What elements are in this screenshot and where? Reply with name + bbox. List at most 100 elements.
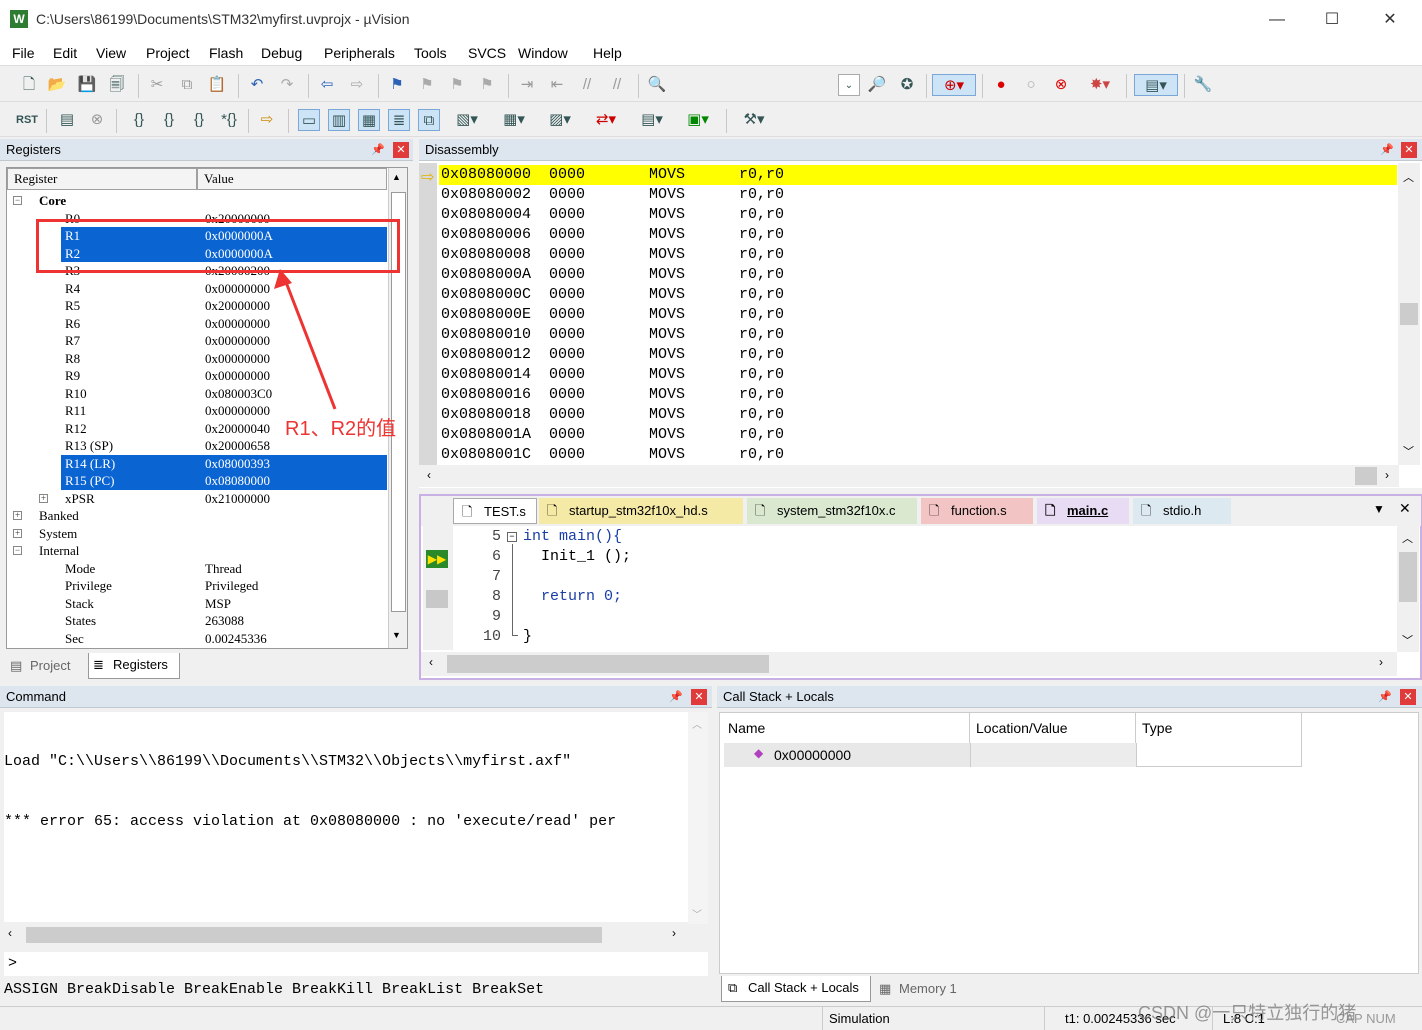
- register-group[interactable]: − Internal: [7, 542, 387, 560]
- register-value[interactable]: 0x00000000: [205, 402, 270, 420]
- code-view[interactable]: 5 int main(){6 Init_1 (); 7 8 return 0; 9 10}…: [421, 528, 1391, 652]
- scroll-up-icon[interactable]: ︿: [692, 716, 702, 731]
- register-value[interactable]: 0x00000000: [205, 350, 270, 368]
- disassembly-row[interactable]: 0x0808001A 0000 MOVS r0,r0: [439, 425, 1397, 445]
- menu-peripherals[interactable]: Peripherals: [324, 45, 395, 61]
- disassembly-row[interactable]: 0x08080000 0000 MOVS r0,r0: [439, 165, 1397, 185]
- breakpoint-icon[interactable]: ●: [990, 74, 1012, 96]
- menu-svcs[interactable]: SVCS: [468, 45, 506, 61]
- code-line[interactable]: }: [523, 628, 532, 645]
- scroll-down-icon[interactable]: ﹀: [692, 906, 702, 921]
- tab-main-c[interactable]: 🗋 main.c: [1037, 498, 1129, 524]
- col-location-value[interactable]: Location/Value: [970, 713, 1136, 743]
- register-value[interactable]: 0x20000000: [205, 297, 270, 315]
- nav-back-icon[interactable]: ⇦: [316, 74, 338, 96]
- tab-system[interactable]: 🗋 system_stm32f10x.c: [747, 498, 917, 524]
- collapse-icon[interactable]: −: [13, 196, 22, 205]
- scroll-down-icon[interactable]: ﹀: [1403, 443, 1414, 459]
- reset-icon[interactable]: RST: [16, 109, 38, 131]
- save-all-icon[interactable]: 🗐: [106, 74, 128, 96]
- scroll-down-icon[interactable]: ▼: [392, 630, 401, 640]
- maximize-button[interactable]: ☐: [1309, 8, 1355, 32]
- window-layout-icon[interactable]: ▤▾: [1134, 74, 1178, 96]
- memory-window-icon[interactable]: ▦▾: [494, 109, 534, 131]
- scroll-thumb[interactable]: [1400, 303, 1418, 325]
- registers-window-icon[interactable]: ≣: [388, 109, 410, 131]
- editor-vscroll[interactable]: ︿ ﹀: [1397, 526, 1419, 652]
- command-hscroll[interactable]: ‹ ›: [4, 924, 708, 946]
- copy-icon[interactable]: ⧉: [176, 74, 198, 96]
- watch-window-icon[interactable]: ▧▾: [448, 109, 486, 131]
- scroll-right-icon[interactable]: ›: [1385, 468, 1389, 482]
- step-out-icon[interactable]: {}: [188, 109, 210, 131]
- close-button[interactable]: ✕: [1367, 8, 1413, 32]
- disassembly-row[interactable]: 0x08080018 0000 MOVS r0,r0: [439, 405, 1397, 425]
- bookmark-prev-icon[interactable]: ⚑: [416, 74, 438, 96]
- internal-row[interactable]: States 263088: [7, 612, 387, 630]
- disassembly-row[interactable]: 0x0808000E 0000 MOVS r0,r0: [439, 305, 1397, 325]
- tab-stdio-h[interactable]: 🗋 stdio.h: [1133, 498, 1231, 524]
- scroll-thumb[interactable]: [447, 655, 769, 673]
- register-value[interactable]: 0x00000000: [205, 315, 270, 333]
- system-viewer-icon[interactable]: ▣▾: [678, 109, 718, 131]
- menu-file[interactable]: File: [12, 45, 35, 61]
- col-name[interactable]: Name: [724, 713, 970, 743]
- disassembly-row[interactable]: 0x08080016 0000 MOVS r0,r0: [439, 385, 1397, 405]
- register-row[interactable]: R15 (PC) 0x08080000: [61, 472, 387, 490]
- expand-icon[interactable]: +: [39, 493, 48, 503]
- menu-debug[interactable]: Debug: [261, 45, 302, 61]
- collapse-icon[interactable]: −: [13, 546, 22, 555]
- scroll-left-icon[interactable]: ‹: [429, 655, 433, 669]
- undo-icon[interactable]: ↶: [246, 74, 268, 96]
- menu-help[interactable]: Help: [593, 45, 622, 61]
- disassembly-listing[interactable]: 0x08080000 0000 MOVS r0,r0 0x08080002 0000 MOV…: [419, 165, 1397, 465]
- serial-window-icon[interactable]: ▨▾: [540, 109, 580, 131]
- scroll-thumb[interactable]: [1355, 467, 1377, 485]
- internal-row[interactable]: Privilege Privileged: [7, 577, 387, 595]
- disassembly-row[interactable]: 0x0808001C 0000 MOVS r0,r0: [439, 445, 1397, 465]
- breakpoint-disable-icon[interactable]: ○: [1020, 74, 1042, 96]
- scroll-left-icon[interactable]: ‹: [427, 468, 431, 482]
- pin-icon[interactable]: 📌: [1377, 689, 1393, 705]
- run-to-cursor-icon[interactable]: *{}: [218, 109, 240, 131]
- core-group[interactable]: − Core: [7, 192, 387, 210]
- internal-row[interactable]: Stack MSP: [7, 595, 387, 613]
- disassembly-row[interactable]: 0x08080012 0000 MOVS r0,r0: [439, 345, 1397, 365]
- scroll-thumb[interactable]: [1399, 552, 1417, 602]
- analysis-window-icon[interactable]: ⇄▾: [586, 109, 626, 131]
- command-vscroll[interactable]: ︿ ﹀: [688, 712, 708, 924]
- bookmark-next-icon[interactable]: ⚑: [446, 74, 468, 96]
- minimize-button[interactable]: —: [1254, 8, 1300, 32]
- tab-registers[interactable]: ≣ Registers: [88, 653, 180, 679]
- tab-test-s[interactable]: 🗋 TEST.s: [453, 498, 537, 524]
- scroll-up-icon[interactable]: ︿: [1403, 169, 1414, 185]
- menu-edit[interactable]: Edit: [53, 45, 77, 61]
- register-value[interactable]: 0x20000658: [205, 437, 270, 455]
- indent-icon[interactable]: ⇥: [516, 74, 538, 96]
- col-register[interactable]: Register: [7, 168, 197, 190]
- col-type[interactable]: Type: [1136, 713, 1302, 743]
- pin-icon[interactable]: 📌: [370, 142, 386, 158]
- register-value[interactable]: 0x21000000: [205, 490, 270, 508]
- disassembly-row[interactable]: 0x08080008 0000 MOVS r0,r0: [439, 245, 1397, 265]
- expand-icon[interactable]: +: [13, 528, 22, 538]
- register-group[interactable]: + Banked: [7, 507, 387, 525]
- close-tab-icon[interactable]: ✕: [1399, 500, 1411, 517]
- internal-row[interactable]: Sec 0.00245336: [7, 630, 387, 648]
- tab-memory[interactable]: ▦ Memory 1: [875, 978, 975, 1000]
- expand-icon[interactable]: +: [13, 511, 22, 520]
- tab-project[interactable]: ▤ Project: [6, 655, 84, 677]
- fold-icon[interactable]: −: [507, 532, 517, 542]
- step-over-icon[interactable]: {}: [158, 109, 180, 131]
- register-value[interactable]: 0x00000000: [205, 280, 270, 298]
- code-line[interactable]: Init_1 ();: [523, 548, 631, 565]
- open-folder-icon[interactable]: 📂: [46, 74, 68, 96]
- menu-view[interactable]: View: [96, 45, 126, 61]
- breakpoint-kill-icon[interactable]: ✸▾: [1080, 74, 1120, 96]
- disasm-vscroll[interactable]: ︿ ﹀: [1398, 163, 1420, 465]
- trace-window-icon[interactable]: ▤▾: [632, 109, 672, 131]
- register-value[interactable]: 0x08080000: [205, 472, 270, 490]
- scroll-right-icon[interactable]: ›: [1379, 655, 1383, 669]
- run-icon[interactable]: ▤: [56, 109, 78, 131]
- scroll-up-icon[interactable]: ︿: [1402, 530, 1413, 546]
